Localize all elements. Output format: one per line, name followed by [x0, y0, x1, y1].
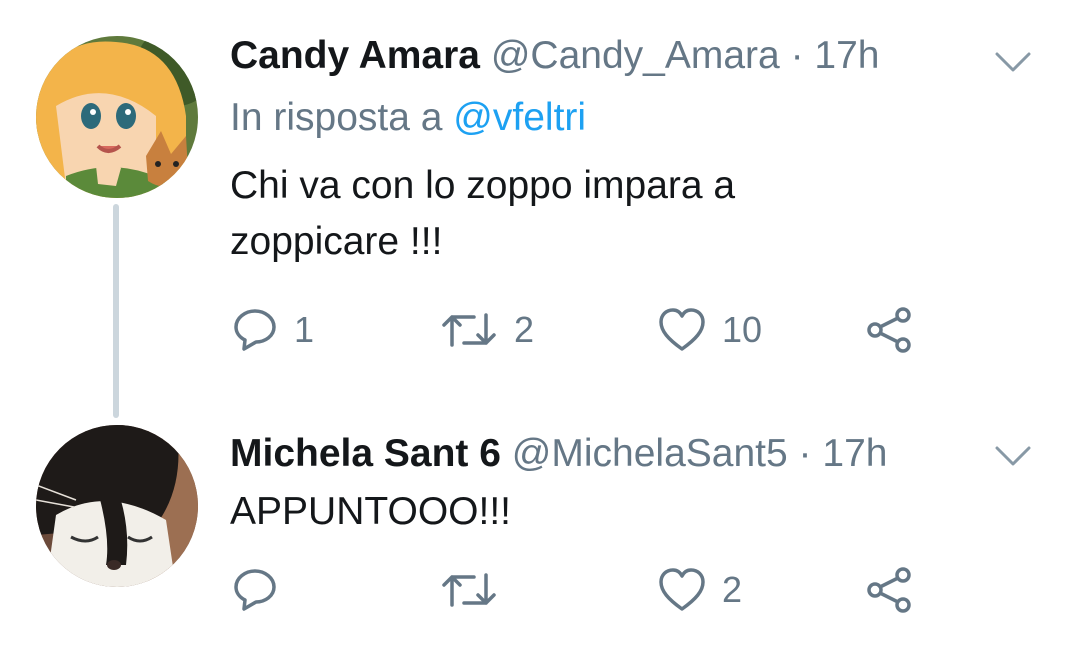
- share-icon: [866, 566, 914, 614]
- tweet-header: Michela Sant 6 @MichelaSant5 · 17h: [230, 432, 887, 476]
- separator-dot: ·: [790, 34, 804, 77]
- tweet-header: Candy Amara @Candy_Amara · 17h: [230, 34, 879, 78]
- reply-handle-link[interactable]: @vfeltri: [453, 96, 586, 139]
- tweet-text: Chi va con lo zoppo impara a zoppicare !…: [230, 164, 736, 263]
- retweet-icon: [440, 567, 498, 613]
- reply-icon: [232, 567, 278, 613]
- retweet-icon: [440, 307, 498, 353]
- avatar[interactable]: [36, 36, 198, 198]
- like-count: 10: [722, 309, 763, 350]
- tweet[interactable]: Michela Sant 6 @MichelaSant5 · 17h APPUN…: [0, 410, 1069, 645]
- reply-button[interactable]: [232, 565, 294, 615]
- timestamp[interactable]: 17h: [814, 34, 879, 77]
- retweet-button[interactable]: [440, 565, 514, 615]
- reply-context: In risposta a @vfeltri: [230, 94, 586, 142]
- like-icon: [658, 307, 706, 353]
- action-bar: 1 2 10: [230, 305, 950, 355]
- share-icon: [866, 306, 914, 354]
- like-button[interactable]: 2: [658, 565, 742, 615]
- chevron-down-icon[interactable]: [993, 50, 1033, 74]
- tweet[interactable]: Candy Amara @Candy_Amara · 17h In rispos…: [0, 0, 1069, 418]
- reply-icon: [232, 307, 278, 353]
- reply-count: 1: [294, 309, 315, 350]
- share-button[interactable]: [866, 305, 914, 355]
- reply-prefix: In risposta a: [230, 96, 443, 139]
- separator-dot: ·: [798, 432, 812, 475]
- display-name[interactable]: Michela Sant 6: [230, 432, 501, 475]
- chevron-down-icon[interactable]: [993, 444, 1033, 468]
- display-name[interactable]: Candy Amara: [230, 34, 480, 77]
- like-count: 2: [722, 569, 743, 610]
- like-icon: [658, 567, 706, 613]
- thread-connector-line: [113, 204, 119, 418]
- avatar[interactable]: [36, 425, 198, 587]
- tweet-text: APPUNTOOO!!!: [230, 490, 511, 533]
- retweet-count: 2: [514, 309, 535, 350]
- action-bar: 2: [230, 565, 950, 615]
- user-handle[interactable]: @MichelaSant5: [512, 432, 788, 475]
- retweet-button[interactable]: 2: [440, 305, 534, 355]
- reply-button[interactable]: 1: [232, 305, 314, 355]
- share-button[interactable]: [866, 565, 914, 615]
- like-button[interactable]: 10: [658, 305, 762, 355]
- user-handle[interactable]: @Candy_Amara: [491, 34, 780, 77]
- timestamp[interactable]: 17h: [822, 432, 887, 475]
